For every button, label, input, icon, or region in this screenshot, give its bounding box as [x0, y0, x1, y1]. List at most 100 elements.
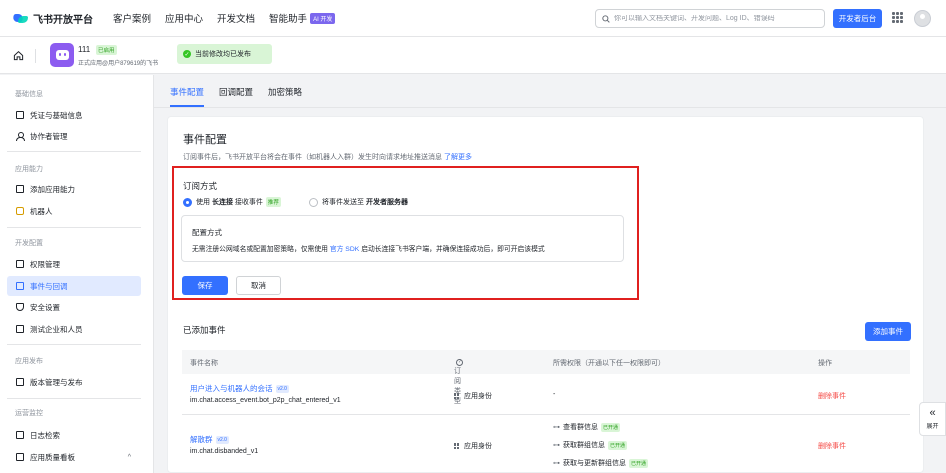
event-code: im.chat.access_event.bot_p2p_chat_entere…	[190, 397, 341, 404]
events-table-header: 事件名称 订阅类型? 所需权限（开通以下任一权限即可） 操作	[182, 350, 910, 405]
app-name: 111	[78, 45, 91, 54]
radio-long-connection[interactable]: 使用 长连接 接收事件 推荐	[183, 197, 281, 207]
mode-desc-text: 无需注册公网域名或配置加密策略，仅需使用	[192, 246, 328, 253]
col-permissions: 所需权限（开通以下任一权限即可）	[553, 360, 665, 367]
version-icon	[16, 378, 24, 386]
sidebar-item-label: 应用质量看板	[30, 452, 75, 462]
recommended-badge: 推荐	[265, 197, 281, 207]
key-icon: ⊶	[553, 460, 560, 467]
credentials-icon	[16, 111, 24, 119]
sidebar-item-label: 安全设置	[30, 302, 60, 312]
enabled-badge: 已开通	[629, 458, 649, 468]
sidebar-item-credentials[interactable]: 凭证与基础信息	[7, 105, 141, 125]
col-subscription-type: 订阅类型?	[454, 358, 463, 405]
nav-item-cases[interactable]: 客户案例	[113, 11, 151, 25]
radio-developer-server[interactable]: 将事件发送至 开发者服务器	[309, 197, 408, 207]
help-icon[interactable]: ?	[456, 359, 463, 366]
robot-icon	[16, 207, 24, 215]
robot-icon	[55, 50, 69, 60]
sidebar-item-add-capability[interactable]: 添加应用能力	[7, 179, 141, 199]
expand-panel-button[interactable]: « 展开	[919, 402, 946, 436]
person-icon	[16, 132, 25, 141]
published-status-tag: ✓ 当前修改均已发布	[177, 44, 272, 64]
user-avatar[interactable]	[914, 10, 931, 27]
add-event-button[interactable]: 添加事件	[865, 322, 911, 341]
section-title: 事件配置	[183, 134, 227, 146]
event-name-link[interactable]: 解散群 v2.0	[190, 434, 229, 445]
table-row: 解散群 v2.0 im.chat.disbanded_v1 应用身份 ⊶ 查看群信息…	[182, 415, 910, 473]
sidebar-item-versions[interactable]: 版本管理与发布	[7, 372, 141, 392]
main-nav: 客户案例 应用中心 开发文档 智能助手 AI 开发	[113, 11, 349, 25]
published-status-text: 当前修改均已发布	[195, 51, 251, 58]
sidebar-item-bot[interactable]: 机器人	[7, 201, 141, 221]
permissions-icon	[16, 260, 24, 268]
nav-item-app-center[interactable]: 应用中心	[165, 11, 203, 25]
event-code: im.chat.disbanded_v1	[190, 448, 259, 455]
sidebar-group-basic: 基础信息	[15, 91, 43, 98]
permission-item: ⊶ 查看群信息 已开通	[553, 422, 621, 432]
app-identity-icon	[454, 443, 460, 449]
official-sdk-link[interactable]: 官方 SDK	[330, 246, 359, 253]
radio-unselected-icon	[309, 197, 318, 207]
save-button[interactable]: 保存	[182, 276, 228, 295]
learn-more-link[interactable]: 了解更多	[444, 154, 472, 161]
sidebar-item-log-search[interactable]: 日志检索	[7, 425, 141, 445]
sidebar-item-events-callbacks[interactable]: 事件与回调	[7, 276, 141, 296]
sidebar-item-test-tenants[interactable]: 测试企业和人员	[7, 319, 141, 339]
home-icon[interactable]	[13, 50, 24, 61]
sidebar-item-label: 凭证与基础信息	[30, 110, 83, 120]
tab-event-config[interactable]: 事件配置	[170, 86, 205, 107]
platform-logo[interactable]: 飞书开放平台	[11, 11, 93, 26]
delete-event-link[interactable]: 删除事件	[818, 441, 846, 451]
col-event-name: 事件名称	[190, 360, 218, 367]
test-tenant-icon	[16, 325, 24, 333]
logo-text: 飞书开放平台	[33, 14, 93, 26]
search-icon	[602, 14, 610, 23]
logo-icon	[11, 12, 29, 24]
search-input[interactable]	[614, 15, 814, 22]
sidebar-divider	[7, 227, 141, 228]
config-tabs: 事件配置 回调配置 加密策略	[170, 86, 317, 107]
tab-encryption[interactable]: 加密策略	[268, 86, 302, 107]
sidebar-item-label: 权限管理	[30, 259, 60, 269]
sidebar-item-label: 日志检索	[30, 430, 60, 440]
permission-text: 获取群组信息	[563, 442, 605, 449]
log-icon	[16, 431, 24, 439]
top-navigation-bar: 飞书开放平台 客户案例 应用中心 开发文档 智能助手 AI 开发 开发者后台	[0, 0, 946, 37]
added-events-title: 已添加事件	[183, 325, 226, 335]
version-badge: v2.0	[275, 384, 289, 393]
sidebar-item-label: 版本管理与发布	[30, 377, 83, 387]
sidebar-item-collaborators[interactable]: 协作者管理	[7, 126, 141, 146]
cancel-button[interactable]: 取消	[236, 276, 281, 295]
sidebar-item-permissions[interactable]: 权限管理	[7, 254, 141, 274]
sidebar-item-label: 事件与回调	[30, 281, 68, 291]
tab-callback-config[interactable]: 回调配置	[219, 86, 253, 107]
nav-item-docs[interactable]: 开发文档	[217, 11, 255, 25]
enabled-badge: 已开通	[601, 422, 621, 432]
check-circle-icon: ✓	[183, 50, 191, 58]
sidebar-item-label: 添加应用能力	[30, 184, 75, 194]
expand-label: 展开	[926, 424, 939, 430]
sidebar-item-quality-board[interactable]: 应用质量看板 ^	[7, 447, 141, 467]
section-description: 订阅事件后，飞书开放平台将会在事件（如机器人入群）发生时向请求地址推送消息 了解…	[183, 152, 472, 162]
sidebar-item-security[interactable]: 安全设置	[7, 297, 141, 317]
sidebar-item-label: 机器人	[30, 206, 53, 216]
sidebar-group-monitoring: 运营监控	[15, 410, 43, 417]
subscribe-method-title: 订阅方式	[183, 181, 218, 191]
app-subtitle: 正式应用@用户879619的飞书	[78, 61, 159, 67]
sidebar-item-label: 协作者管理	[30, 131, 68, 141]
option-text: 将事件发送至	[322, 199, 364, 206]
search-box[interactable]	[595, 9, 825, 28]
permission-item: ⊶ 获取与更新群组信息 已开通	[553, 458, 649, 468]
apps-grid-icon[interactable]	[892, 12, 903, 23]
delete-event-link[interactable]: 删除事件	[818, 391, 846, 401]
chevron-up-icon: ^	[127, 453, 131, 461]
sidebar-divider	[7, 398, 141, 399]
sidebar-group-capabilities: 应用能力	[15, 166, 43, 173]
developer-console-button[interactable]: 开发者后台	[833, 9, 882, 28]
version-badge: v2.0	[215, 435, 229, 444]
radio-selected-icon	[183, 197, 192, 207]
event-name-link[interactable]: 用户进入与机器人的会话 v2.0	[190, 383, 289, 394]
nav-item-assistant[interactable]: 智能助手 AI 开发	[269, 11, 336, 25]
subscription-type: 应用身份	[454, 391, 492, 401]
